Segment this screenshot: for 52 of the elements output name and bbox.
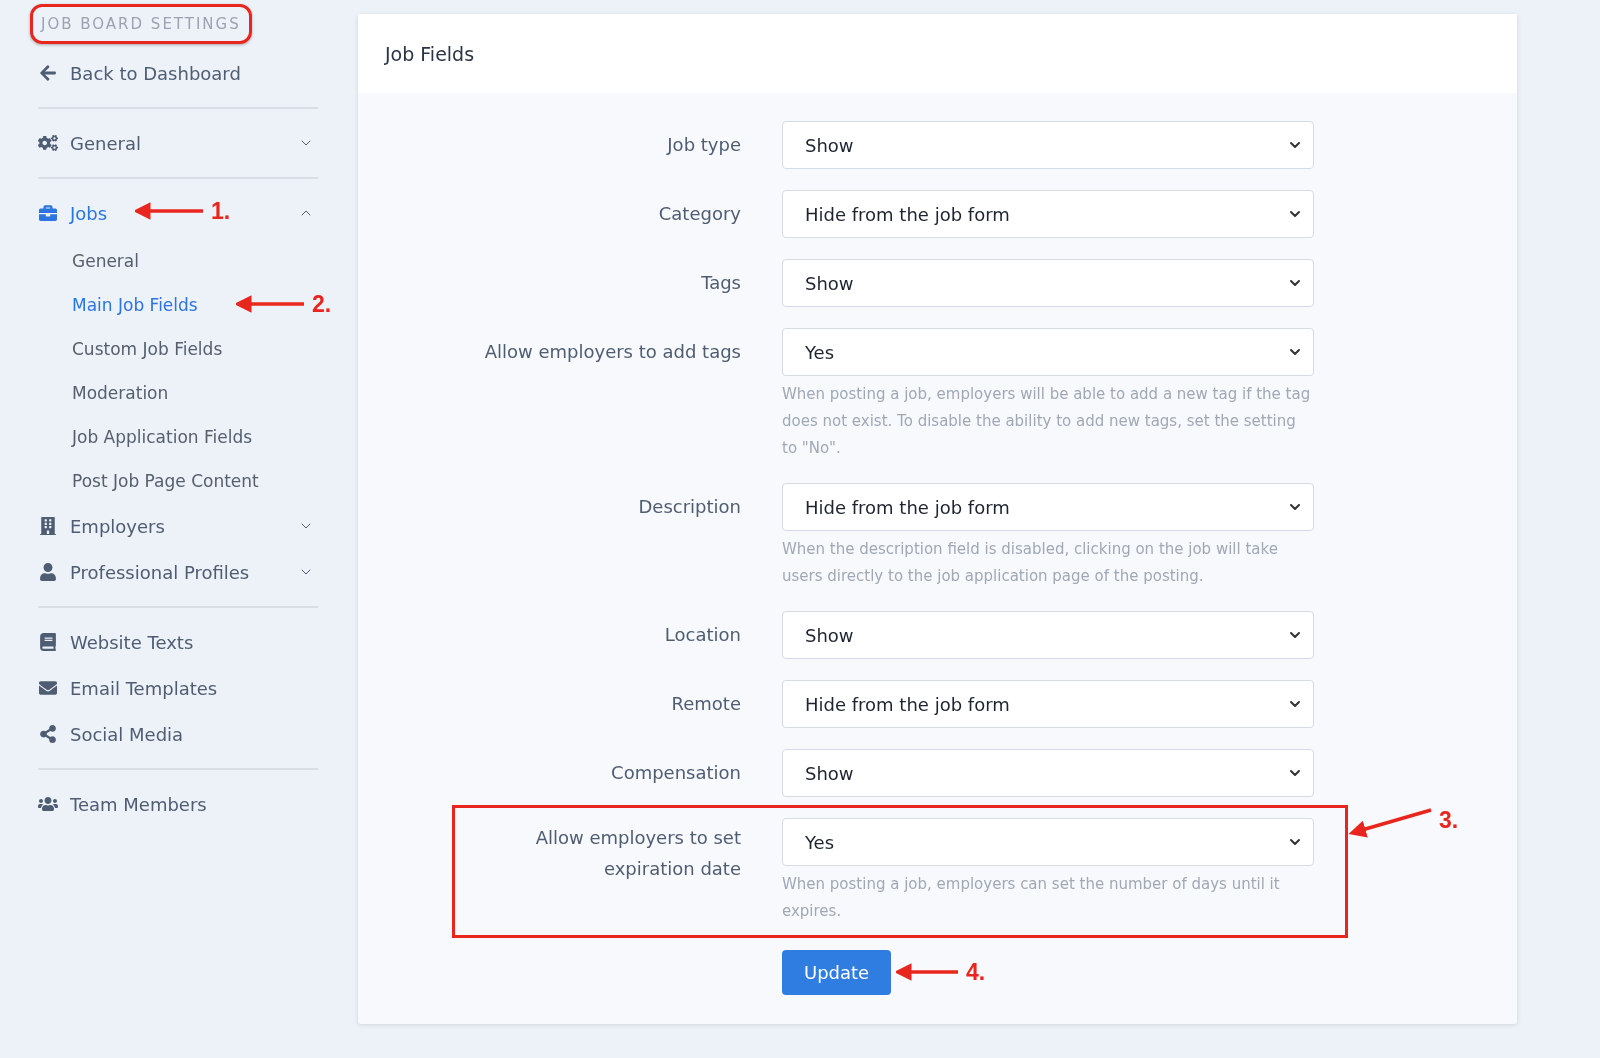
dropdown[interactable]: Hide from the job form: [782, 680, 1314, 728]
annotation-number: 3.: [1439, 806, 1459, 834]
annotation-number: 2.: [312, 290, 332, 318]
share-icon: [38, 725, 58, 743]
dropdown[interactable]: Show: [782, 749, 1314, 797]
field-label: Location: [664, 623, 741, 647]
field-label: Description: [638, 495, 741, 519]
field-label: Job type: [667, 133, 741, 157]
briefcase-icon: [38, 204, 58, 222]
dropdown[interactable]: Hide from the job form: [782, 190, 1314, 238]
field-label: Allow employers to set expiration date: [534, 826, 741, 881]
sidebar-section[interactable]: Employers: [38, 515, 165, 537]
sidebar-link[interactable]: Back to Dashboard: [38, 62, 241, 84]
dropdown[interactable]: Yes: [782, 328, 1314, 376]
sidebar-link[interactable]: Social Media: [38, 723, 184, 745]
dropdown[interactable]: Show: [782, 121, 1314, 169]
help-text: When the description field is disabled, clicking on the job will take users directly to the job application page of the posting.: [782, 539, 1279, 587]
field-label: Allow employers to add tags: [484, 340, 741, 364]
sidebar-link[interactable]: Website Texts: [38, 631, 194, 653]
card-title: Job Fields: [385, 42, 475, 65]
sidebar-link[interactable]: Email Templates: [38, 677, 218, 699]
sidebar-subitem[interactable]: Post Job Page Content: [72, 459, 259, 503]
sidebar-section[interactable]: Jobs: [38, 202, 108, 224]
dropdown[interactable]: Yes: [782, 818, 1314, 866]
sidebar-link[interactable]: Team Members: [38, 793, 207, 815]
dropdown[interactable]: Show: [782, 611, 1314, 659]
users-icon: [38, 795, 58, 813]
arrow-left-icon: [38, 64, 58, 82]
field-label: Compensation: [611, 761, 741, 785]
field-label: Category: [658, 202, 741, 226]
dropdown[interactable]: Show: [782, 259, 1314, 307]
sidebar-section[interactable]: General: [38, 132, 141, 154]
dropdown[interactable]: Hide from the job form: [782, 483, 1314, 531]
help-text: When posting a job, employers will be able to add a new tag if the tag does not exist. To disable the ability to add new tags, set the setting to "No".: [782, 384, 1312, 459]
sidebar-subitem[interactable]: General: [72, 239, 139, 283]
update-button[interactable]: Update: [782, 950, 892, 995]
sidebar-subitem[interactable]: Custom Job Fields: [72, 327, 223, 371]
sidebar-subitem[interactable]: Moderation: [72, 371, 169, 415]
user-icon: [38, 563, 58, 581]
help-text: When posting a job, employers can set the number of days until it expires.: [782, 874, 1281, 922]
sidebar-subitem[interactable]: Main Job Fields: [72, 283, 198, 327]
building-icon: [38, 517, 58, 535]
field-label: Remote: [671, 692, 741, 716]
sidebar-subitem[interactable]: Job Application Fields: [72, 415, 253, 459]
sidebar-title: JOB BOARD SETTINGS: [30, 4, 252, 44]
book-icon: [38, 633, 58, 651]
sidebar-section[interactable]: Professional Profiles: [38, 561, 250, 583]
annotation-number: 4.: [966, 958, 986, 986]
gears-icon: [38, 134, 58, 152]
annotation-number: 1.: [211, 197, 231, 225]
envelope-icon: [38, 679, 58, 697]
field-label: Tags: [701, 271, 741, 295]
